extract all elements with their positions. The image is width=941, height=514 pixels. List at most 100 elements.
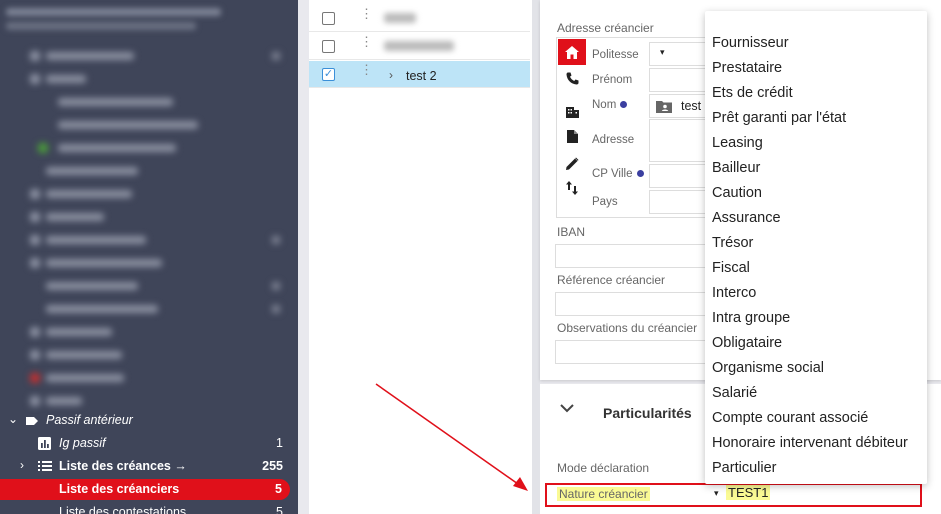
cp-ville-label: CP Ville [592,168,644,180]
chevron-down-icon: ⌄ [8,412,19,426]
cp-ville-input[interactable] [649,164,709,188]
row-name-blurred [384,41,454,51]
dropdown-option[interactable]: Honoraire intervenant débiteur [712,435,908,451]
dropdown-option[interactable]: Assurance [712,210,781,226]
particularites-title: Particularités [603,405,692,421]
politesse-select[interactable]: ▾ [649,42,709,66]
drag-handle-icon[interactable]: ⋮ [360,63,373,76]
pencil-icon[interactable] [558,150,586,176]
dropdown-option[interactable]: Interco [712,285,756,301]
row-checkbox[interactable] [322,12,335,25]
building-icon[interactable] [558,98,586,124]
sidebar-item-blurred[interactable] [0,137,298,159]
annotation-arrow [375,383,528,491]
row-name-blurred [384,13,416,23]
sidebar-item-blurred[interactable] [0,275,298,297]
adresse-label: Adresse créancier [557,21,654,35]
dropdown-option[interactable]: Bailleur [712,160,760,176]
sidebar-item-count: 1 [276,436,283,450]
dropdown-option[interactable]: Salarié [712,385,757,401]
dropdown-option[interactable]: Fiscal [712,260,750,276]
dropdown-option[interactable]: Obligataire [712,335,782,351]
sidebar-item-blurred[interactable] [0,298,298,320]
dropdown-option[interactable]: Intra groupe [712,310,790,326]
sidebar-item-blurred[interactable] [0,160,298,182]
dropdown-option[interactable]: Fournisseur [712,35,789,51]
chevron-down-icon[interactable] [560,402,574,414]
row-name: test 2 [406,69,437,83]
help-icon[interactable] [620,101,628,109]
sidebar-header-blurred [6,4,226,34]
sidebar-item-blurred[interactable] [0,183,298,205]
nom-input[interactable]: test [649,94,709,118]
swap-arrows-icon[interactable] [558,175,586,201]
reference-input[interactable] [555,292,715,316]
phone-icon[interactable] [558,65,586,91]
sidebar-item-count: 5 [275,482,282,496]
list-item-selected[interactable]: ✓ ⋮ › test 2 [309,61,530,88]
dropdown-option[interactable]: Prestataire [712,60,782,76]
document-icon[interactable] [558,123,586,149]
sidebar-item-blurred[interactable] [0,91,298,113]
sidebar-item-blurred[interactable] [0,367,298,389]
dropdown-option[interactable]: Caution [712,185,762,201]
dropdown-option[interactable]: Compte courant associé [712,410,868,426]
tag-icon [25,414,39,428]
sidebar-item-label: Liste des contestations [59,505,187,514]
observations-label: Observations du créancier [557,321,698,335]
dropdown-option[interactable]: Prêt garanti par l'état [712,110,846,126]
drag-handle-icon[interactable]: ⋮ [360,35,373,48]
dropdown-option[interactable]: Particulier [712,460,776,476]
sidebar-item-liste-contestations[interactable]: Liste des contestations 5 [0,501,298,514]
home-icon[interactable] [558,39,586,65]
sidebar-item-blurred[interactable] [0,206,298,228]
sidebar-item-blurred[interactable] [0,344,298,366]
sidebar-nav: ⌄ Passif antérieur Ig passif 1 › Liste d… [0,0,298,514]
sidebar-item-count: 5 [276,505,283,514]
sidebar-item-blurred[interactable] [0,321,298,343]
reference-label: Référence créancier [557,273,666,287]
adresse-field-label: Adresse [592,134,635,146]
sidebar-item-blurred[interactable] [0,229,298,251]
sidebar-item-liste-creances[interactable]: › Liste des créances → 255 [0,455,298,478]
nom-value: test [681,99,702,113]
row-checkbox[interactable] [322,40,335,53]
sidebar-item-blurred[interactable] [0,68,298,90]
nom-label: Nom [592,99,628,111]
sidebar-item-blurred[interactable] [0,45,298,67]
dropdown-option[interactable]: Trésor [712,235,753,251]
sidebar-item-blurred[interactable] [0,114,298,136]
nature-creancier-dropdown: Fournisseur Prestataire Ets de crédit Pr… [705,11,927,484]
contact-folder-icon [656,100,672,113]
iban-label: IBAN [557,225,586,239]
sidebar-group-passif-anterieur[interactable]: ⌄ Passif antérieur [0,409,298,432]
chevron-right-icon[interactable]: › [389,68,393,82]
sidebar-item-blurred[interactable] [0,252,298,274]
dropdown-option[interactable]: Leasing [712,135,763,151]
list-item[interactable]: ⋮ [309,33,530,60]
drag-handle-icon[interactable]: ⋮ [360,7,373,20]
help-icon[interactable] [636,170,644,178]
dropdown-option[interactable]: Ets de crédit [712,85,793,101]
highlight-frame [545,483,922,507]
list-item[interactable]: ⋮ [309,5,530,32]
sidebar-item-label: Liste des créanciers [59,482,180,496]
pays-label: Pays [592,196,618,208]
sidebar-item-ig-passif[interactable]: Ig passif 1 [0,432,298,455]
chevron-right-icon: › [20,458,24,472]
bar-chart-icon [38,437,52,451]
row-checkbox-checked[interactable]: ✓ [322,68,335,81]
prenom-label: Prénom [592,74,633,86]
sidebar-group-label: Passif antérieur [46,413,133,427]
sidebar-item-liste-creanciers[interactable]: Liste des créanciers 5 [0,479,290,500]
caret-down-icon: ▾ [660,47,665,57]
observations-input[interactable] [555,340,715,364]
dropdown-option[interactable]: Organisme social [712,360,824,376]
sidebar-item-label: Liste des créances → [59,459,187,473]
iban-input[interactable] [555,244,715,268]
politesse-label: Politesse [592,49,639,61]
prenom-input[interactable] [649,68,709,92]
mode-declaration-label: Mode déclaration [557,461,650,475]
adresse-textarea[interactable] [649,119,709,162]
pays-input[interactable] [649,190,709,214]
